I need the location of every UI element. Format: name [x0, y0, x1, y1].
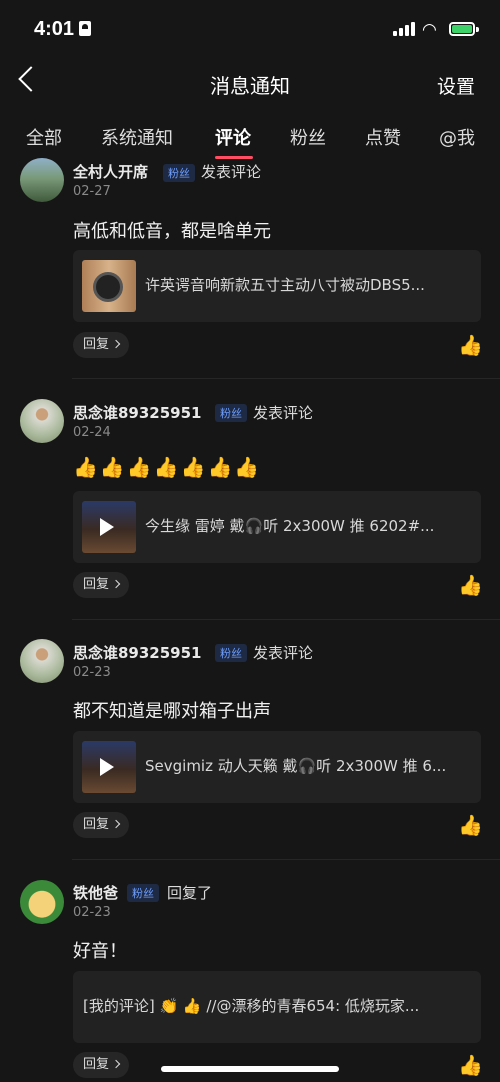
video-thumbnail: [82, 741, 136, 793]
divider: [72, 378, 500, 379]
video-card[interactable]: 许英谔音响新款五寸主动八寸被动DBS5...: [73, 250, 481, 322]
tab-system[interactable]: 系统通知: [101, 124, 173, 150]
status-time: 4:01: [34, 18, 75, 40]
video-title: 许英谔音响新款五寸主动八寸被动DBS5...: [145, 276, 425, 294]
video-card[interactable]: 今生缘 雷婷 戴🎧听 2x300W 推 6202#...: [73, 491, 481, 563]
user-name[interactable]: 铁他爸: [73, 882, 118, 903]
thumbs-up-icon[interactable]: 👍: [458, 333, 483, 357]
tab-all[interactable]: 全部: [26, 124, 62, 150]
comment-text: 👍👍👍👍👍👍👍: [73, 455, 262, 479]
reply-button[interactable]: 回复: [73, 572, 130, 598]
avatar[interactable]: [20, 639, 64, 683]
home-indicator[interactable]: [161, 1066, 339, 1072]
action-text: 发表评论: [201, 163, 262, 181]
thumbs-up-icon[interactable]: 👍: [458, 1053, 483, 1077]
chevron-right-icon: [111, 339, 121, 349]
tab-fans[interactable]: 粉丝: [290, 124, 326, 150]
action-text: 回复了: [167, 884, 213, 902]
comment-text: 都不知道是哪对箱子出声: [73, 701, 271, 722]
comment-date: 02-23: [73, 665, 111, 680]
play-icon: [100, 758, 114, 776]
comment-date: 02-23: [73, 905, 111, 920]
avatar[interactable]: [20, 158, 64, 202]
reply-label: 回复: [83, 577, 110, 592]
cellular-signal-icon: [393, 22, 415, 36]
video-thumbnail: [82, 501, 136, 553]
quoted-comment-text: [我的评论] 👏 👍 //@漂移的青春654: 低烧玩家...: [83, 997, 420, 1015]
comment-date: 02-24: [73, 425, 111, 440]
reply-label: 回复: [83, 1057, 110, 1072]
comment-text: 高低和低音，都是啥单元: [73, 221, 271, 242]
battery-icon: [449, 22, 475, 36]
comment-text: 好音！: [73, 941, 127, 962]
contact-card-icon: [79, 21, 91, 36]
video-title: Sevgimiz 动人天籁 戴🎧听 2x300W 推 6...: [145, 757, 447, 775]
thumbs-up-icon[interactable]: 👍: [458, 813, 483, 837]
fan-badge: 粉丝: [215, 404, 247, 422]
wifi-icon: ◠: [422, 20, 437, 40]
avatar[interactable]: [20, 880, 64, 924]
chevron-right-icon: [111, 1059, 121, 1069]
video-card[interactable]: Sevgimiz 动人天籁 戴🎧听 2x300W 推 6...: [73, 731, 481, 803]
chevron-right-icon: [111, 579, 121, 589]
reply-label: 回复: [83, 337, 110, 352]
tab-likes[interactable]: 点赞: [365, 124, 401, 150]
fan-badge: 粉丝: [215, 644, 247, 662]
reply-button[interactable]: 回复: [73, 1052, 130, 1078]
play-icon: [100, 518, 114, 536]
active-tab-indicator: [215, 156, 253, 159]
tab-comments[interactable]: 评论: [215, 124, 251, 150]
avatar[interactable]: [20, 399, 64, 443]
settings-button[interactable]: 设置: [437, 72, 475, 99]
comment-date: 02-27: [73, 184, 111, 199]
battery-cap: [476, 27, 479, 32]
fan-badge: 粉丝: [127, 884, 159, 902]
action-text: 发表评论: [253, 404, 314, 422]
divider: [72, 619, 500, 620]
user-name[interactable]: 思念谁89325951: [73, 642, 202, 663]
action-text: 发表评论: [253, 644, 314, 662]
fan-badge: 粉丝: [163, 164, 195, 182]
thumbs-up-outline-icon[interactable]: 👍: [458, 573, 483, 597]
tab-mentions[interactable]: @我: [439, 124, 475, 150]
page-title: 消息通知: [210, 74, 290, 98]
status-bar: 4:01 ◠: [0, 0, 500, 60]
user-name[interactable]: 全村人开席: [73, 161, 148, 182]
navigation-bar: 消息通知 设置: [0, 62, 500, 108]
reply-label: 回复: [83, 817, 110, 832]
video-title: 今生缘 雷婷 戴🎧听 2x300W 推 6202#...: [145, 517, 435, 535]
reply-button[interactable]: 回复: [73, 332, 130, 358]
reply-button[interactable]: 回复: [73, 812, 130, 838]
divider: [72, 859, 500, 860]
user-name[interactable]: 思念谁89325951: [73, 402, 202, 423]
video-thumbnail: [82, 260, 136, 312]
quoted-comment-card[interactable]: [我的评论] 👏 👍 //@漂移的青春654: 低烧玩家...: [73, 971, 481, 1043]
chevron-right-icon: [111, 819, 121, 829]
